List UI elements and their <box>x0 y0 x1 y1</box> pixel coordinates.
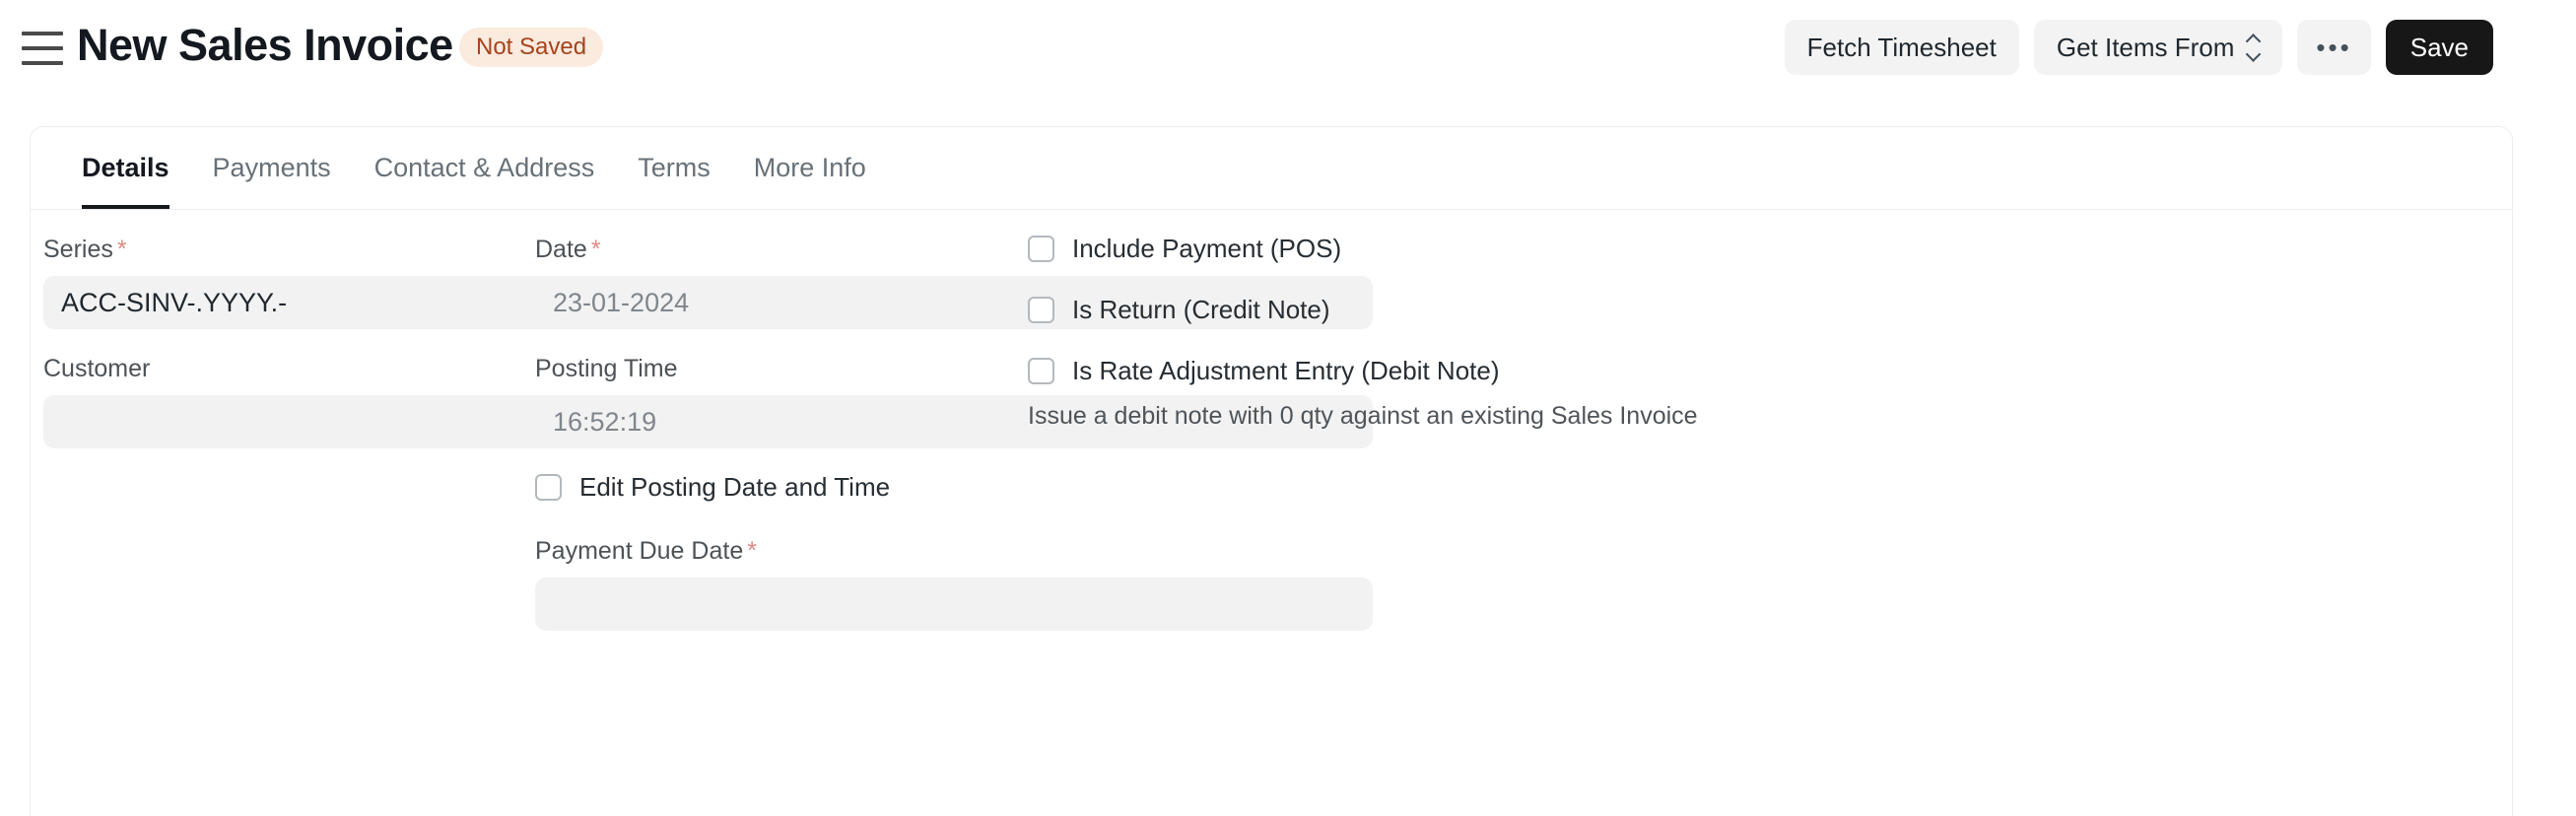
tab-bar: Details Payments Contact & Address Terms… <box>31 127 2512 210</box>
required-asterisk: * <box>117 236 127 263</box>
fetch-timesheet-button[interactable]: Fetch Timesheet <box>1785 20 2019 75</box>
form-column-right: Include Payment (POS) Is Return (Credit … <box>1028 232 2013 433</box>
edit-posting-date-time-checkbox-row[interactable]: Edit Posting Date and Time <box>535 470 1373 504</box>
tab-terms[interactable]: Terms <box>616 126 732 209</box>
required-asterisk: * <box>591 236 601 263</box>
is-return-credit-note-label: Is Return (Credit Note) <box>1072 293 1330 326</box>
payment-due-date-input[interactable] <box>535 578 1373 631</box>
get-items-from-label: Get Items From <box>2057 33 2235 63</box>
ellipsis-icon: ••• <box>2316 33 2351 63</box>
status-badge: Not Saved <box>459 28 603 67</box>
is-return-credit-note-checkbox-row[interactable]: Is Return (Credit Note) <box>1028 293 2013 326</box>
is-rate-adjustment-entry-help-text: Issue a debit note with 0 qty against an… <box>1028 399 2013 433</box>
series-value: ACC-SINV-.YYYY.- <box>61 288 287 318</box>
page-title: New Sales Invoice <box>77 16 453 75</box>
chevron-up-down-icon <box>2246 34 2260 61</box>
include-payment-pos-checkbox[interactable] <box>1028 236 1054 262</box>
form-card: Details Payments Contact & Address Terms… <box>30 126 2513 816</box>
save-button[interactable]: Save <box>2386 20 2493 75</box>
is-rate-adjustment-entry-label: Is Rate Adjustment Entry (Debit Note) <box>1072 354 1500 387</box>
hamburger-line <box>22 46 63 50</box>
top-bar-actions: Fetch Timesheet Get Items From ••• Save <box>1785 20 2493 75</box>
edit-posting-date-time-label: Edit Posting Date and Time <box>579 470 890 504</box>
is-rate-adjustment-entry-checkbox[interactable] <box>1028 358 1054 384</box>
include-payment-pos-checkbox-row[interactable]: Include Payment (POS) <box>1028 232 2013 265</box>
include-payment-pos-label: Include Payment (POS) <box>1072 232 1341 265</box>
required-asterisk: * <box>747 537 757 565</box>
tab-payments[interactable]: Payments <box>191 126 353 209</box>
hamburger-line <box>22 32 63 35</box>
is-rate-adjustment-entry-checkbox-row[interactable]: Is Rate Adjustment Entry (Debit Note) <box>1028 354 2013 387</box>
tab-contact-address[interactable]: Contact & Address <box>353 126 617 209</box>
more-options-button[interactable]: ••• <box>2297 20 2370 75</box>
field-payment-due-date: Payment Due Date* <box>535 533 1373 631</box>
details-form: Series* ACC-SINV-.YYYY.- Customer <box>31 210 2512 232</box>
payment-due-date-label: Payment Due Date* <box>535 533 1373 569</box>
top-bar: New Sales Invoice Not Saved Fetch Timesh… <box>0 0 2576 110</box>
is-return-credit-note-checkbox[interactable] <box>1028 297 1054 323</box>
tab-details[interactable]: Details <box>60 126 191 209</box>
hamburger-line <box>22 61 63 65</box>
edit-posting-date-time-checkbox[interactable] <box>535 474 562 501</box>
hamburger-icon[interactable] <box>22 32 63 65</box>
fetch-timesheet-label: Fetch Timesheet <box>1807 33 1997 63</box>
tab-more-info[interactable]: More Info <box>732 126 888 209</box>
get-items-from-button[interactable]: Get Items From <box>2034 20 2283 75</box>
save-label: Save <box>2410 33 2469 63</box>
